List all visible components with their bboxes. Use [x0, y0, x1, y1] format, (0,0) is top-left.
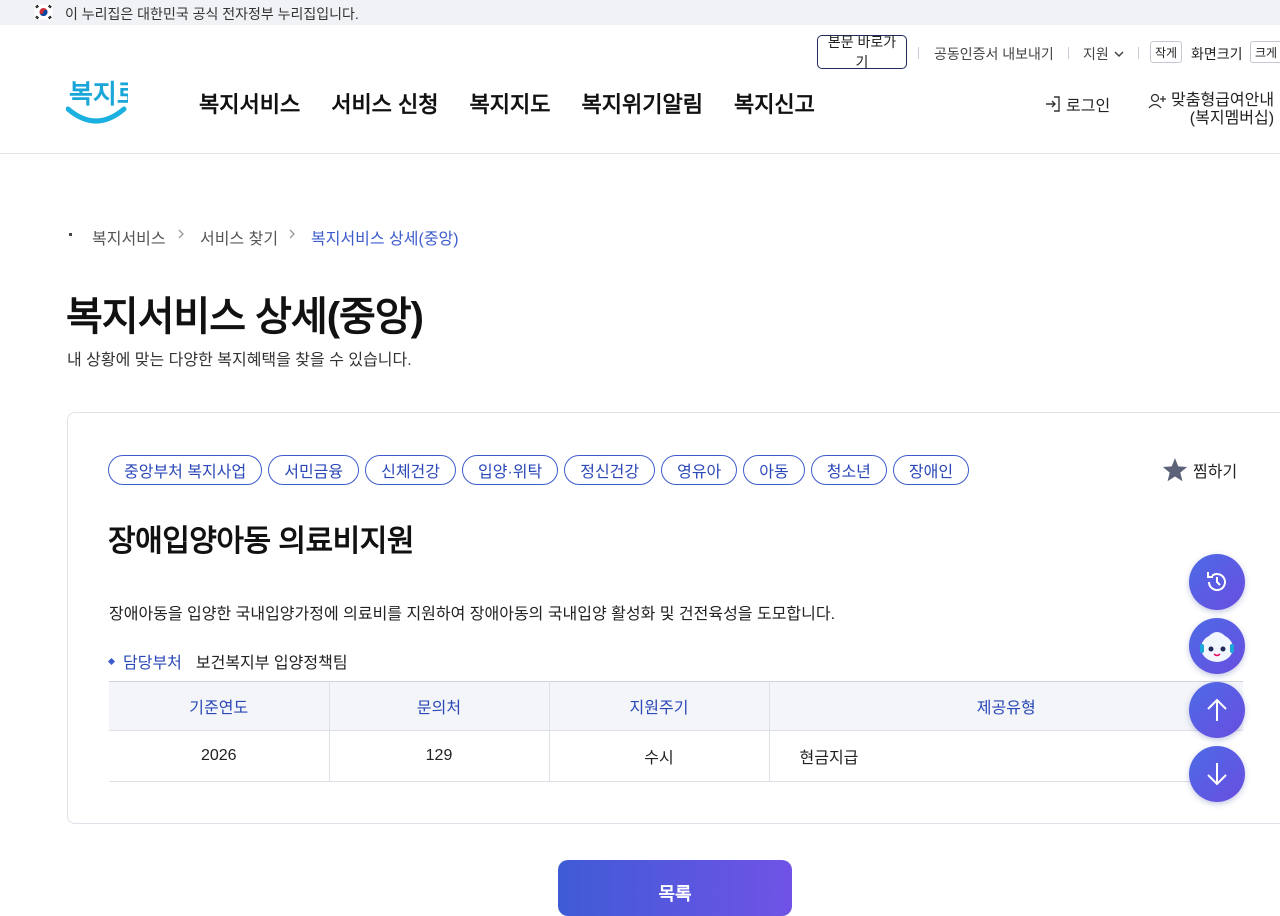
- utility-bar: 본문 바로가기 공동인증서 내보내기 지원 작게 화면크기 크게: [0, 34, 1280, 71]
- korea-flag-icon: [34, 4, 53, 20]
- tag-central-welfare[interactable]: 중앙부처 복지사업: [108, 455, 263, 485]
- breadcrumb-home-dot: [69, 233, 72, 236]
- cert-export-link[interactable]: 공동인증서 내보내기: [934, 44, 1054, 64]
- page-description: 내 상황에 맞는 다양한 복지혜택을 찾을 수 있습니다.: [67, 352, 412, 369]
- site-header: 본문 바로가기 공동인증서 내보내기 지원 작게 화면크기 크게 복지로 복지서…: [0, 25, 1280, 154]
- divider: [918, 47, 919, 59]
- bokjiro-logo[interactable]: 복지로: [66, 73, 128, 125]
- service-detail-card: 중앙부처 복지사업 서민금융 신체건강 입양·위탁 정신건강 영유아 아동 청소…: [67, 412, 1280, 824]
- page-title: 복지서비스 상세(중앙): [66, 295, 424, 339]
- table-cell-type: 현금지급: [769, 730, 1243, 782]
- login-icon: [1046, 96, 1060, 112]
- font-size-small-button[interactable]: 작게: [1150, 41, 1182, 63]
- divider: [1068, 47, 1069, 59]
- nav-welfare-map[interactable]: 복지지도: [470, 87, 551, 119]
- font-size-large-button[interactable]: 크게: [1250, 41, 1280, 63]
- chatbot-button[interactable]: [1189, 618, 1245, 674]
- tag-youth[interactable]: 청소년: [810, 455, 887, 485]
- membership-link[interactable]: 맞춤형급여안내 (복지멤버십): [1148, 92, 1274, 128]
- table-cell-year: 2026: [109, 730, 330, 782]
- nav-welfare-crisis-alert[interactable]: 복지위기알림: [582, 87, 703, 119]
- table-cell-contact: 129: [329, 730, 550, 782]
- gov-banner: 이 누리집은 대한민국 공식 전자정부 누리집입니다.: [0, 0, 1280, 25]
- chevron-right-icon: [178, 229, 184, 239]
- department-row: 담당부처 보건복지부 입양정책팀: [107, 649, 348, 673]
- chevron-right-icon: [289, 229, 295, 239]
- table-header: 지원주기: [549, 681, 770, 731]
- support-dropdown[interactable]: 지원: [1083, 44, 1125, 64]
- arrow-down-icon: [1207, 763, 1227, 786]
- breadcrumb-item[interactable]: 복지서비스: [92, 225, 166, 249]
- breadcrumb-current: 복지서비스 상세(중앙): [311, 231, 459, 248]
- list-button[interactable]: 목록: [558, 860, 792, 916]
- login-link[interactable]: 로그인: [1044, 92, 1110, 116]
- chatbot-mascot-icon: [1200, 632, 1234, 662]
- breadcrumb-item[interactable]: 서비스 찾기: [200, 225, 278, 249]
- table-header: 문의처: [329, 681, 550, 731]
- membership-line1: 맞춤형급여안내: [1171, 92, 1275, 109]
- scroll-top-button[interactable]: [1189, 682, 1245, 738]
- department-label: 담당부처: [123, 655, 182, 672]
- font-size-label: 화면크기: [1191, 46, 1243, 62]
- diamond-bullet-icon: [107, 657, 116, 665]
- tag-child[interactable]: 아동: [743, 455, 805, 485]
- chevron-down-icon: [1114, 51, 1124, 58]
- nav-service-apply[interactable]: 서비스 신청: [331, 87, 438, 119]
- service-title: 장애입양아동 의료비지원: [108, 525, 414, 558]
- table-header-row: 기준연도 문의처 지원주기 제공유형: [109, 681, 1243, 731]
- table-header: 제공유형: [769, 681, 1243, 731]
- nav-welfare-report[interactable]: 복지신고: [734, 87, 815, 119]
- tag-microfinance[interactable]: 서민금융: [268, 455, 360, 485]
- table-row: 2026 129 수시 현금지급: [109, 730, 1243, 782]
- tag-physical-health[interactable]: 신체건강: [365, 455, 456, 485]
- tag-mental-health[interactable]: 정신건강: [564, 455, 656, 485]
- main-nav: 복지서비스 서비스 신청 복지지도 복지위기알림 복지신고: [199, 87, 846, 119]
- arrow-up-icon: [1207, 698, 1227, 721]
- department-value: 보건복지부 입양정책팀: [195, 655, 348, 672]
- favorite-button[interactable]: 찜하기: [1161, 457, 1237, 483]
- add-user-icon: [1148, 93, 1166, 109]
- svg-text:복지로: 복지로: [69, 80, 128, 110]
- table-header: 기준연도: [109, 681, 330, 731]
- membership-line2: (복지멤버십): [1189, 110, 1275, 127]
- service-description: 장애아동을 입양한 국내입양가정에 의료비를 지원하여 장애아동의 국내입양 활…: [109, 606, 836, 623]
- tag-infant[interactable]: 영유아: [661, 455, 738, 485]
- scroll-bottom-button[interactable]: [1189, 746, 1245, 802]
- divider: [1138, 47, 1139, 59]
- nav-welfare-service[interactable]: 복지서비스: [199, 87, 300, 119]
- service-info-table: 기준연도 문의처 지원주기 제공유형 2026 129 수시 현금지급: [109, 681, 1243, 782]
- star-icon: [1162, 458, 1188, 482]
- skip-to-content-button[interactable]: 본문 바로가기: [817, 34, 907, 70]
- history-icon: [1207, 572, 1226, 591]
- table-cell-cycle: 수시: [549, 730, 770, 782]
- support-label: 지원: [1083, 46, 1109, 62]
- favorite-label: 찜하기: [1193, 464, 1238, 481]
- tag-disabled[interactable]: 장애인: [892, 455, 970, 485]
- category-tags: 중앙부처 복지사업 서민금융 신체건강 입양·위탁 정신건강 영유아 아동 청소…: [108, 455, 975, 485]
- tag-adoption-foster[interactable]: 입양·위탁: [462, 455, 559, 485]
- login-label: 로그인: [1066, 98, 1111, 115]
- gov-banner-text: 이 누리집은 대한민국 공식 전자정부 누리집입니다.: [65, 6, 359, 22]
- history-button[interactable]: [1189, 554, 1245, 610]
